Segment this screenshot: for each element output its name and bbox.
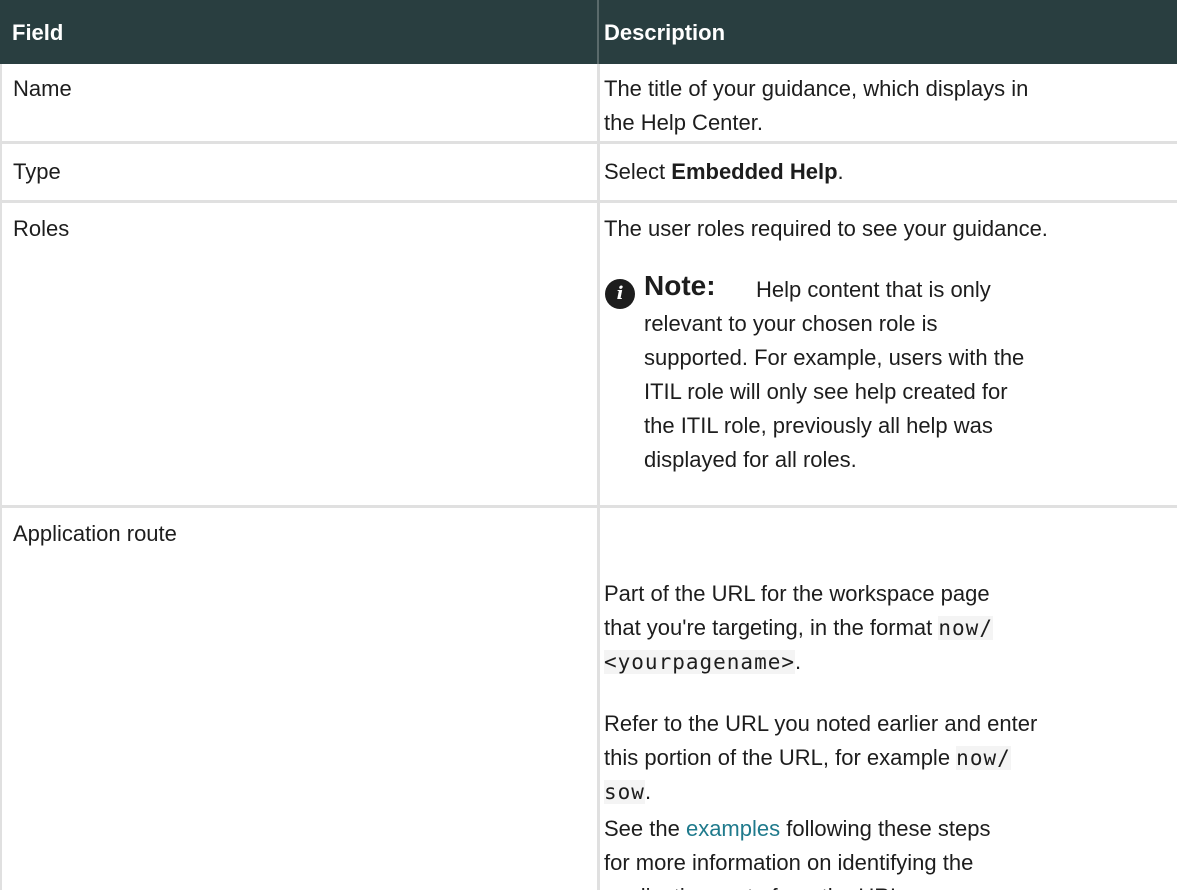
row-type-field: Type (13, 159, 61, 184)
note-body: relevant to your chosen role is supporte… (644, 307, 1164, 477)
field-description-table: Field Description Name The title of your… (0, 0, 1177, 890)
row-application-route-description-2: Refer to the URL you noted earlier and e… (604, 707, 1164, 809)
header-divider (597, 0, 599, 64)
row-application-route-description: Part of the URL for the workspace page t… (604, 577, 1164, 679)
code-snippet: <yourpagename> (604, 650, 796, 674)
note-line: displayed for all roles. (644, 447, 857, 472)
note-title: Note: (644, 270, 716, 301)
desc-line: Refer to the URL you noted earlier and e… (604, 711, 1038, 736)
desc-text: Select (604, 159, 672, 184)
desc-line: Part of the URL for the workspace page (604, 581, 990, 606)
desc-line: the Help Center. (604, 110, 763, 135)
examples-link[interactable]: examples (686, 816, 780, 841)
row-separator (0, 141, 1177, 144)
code-snippet: sow (604, 780, 645, 804)
desc-line: application route from the URL. (604, 880, 1164, 890)
code-snippet: now/ (956, 746, 1011, 770)
desc-line: <yourpagename>. (604, 649, 802, 674)
row-separator (0, 200, 1177, 203)
note-line: Help content that is only (756, 277, 991, 302)
desc-line: that you're targeting, in the format now… (604, 615, 993, 640)
info-icon: i (605, 279, 635, 309)
desc-line: The title of your guidance, which displa… (604, 76, 1029, 101)
header-description: Description (604, 20, 726, 45)
row-name-field: Name (13, 76, 72, 101)
desc-line: this portion of the URL, for example now… (604, 745, 1011, 770)
note-line: the ITIL role, previously all help was (644, 413, 993, 438)
table-left-border (0, 64, 2, 890)
desc-line: sow. (604, 779, 652, 804)
row-type-description: Select Embedded Help. (604, 155, 1164, 189)
code-snippet: now/ (938, 616, 993, 640)
header-field: Field (12, 20, 64, 45)
desc-text: . (837, 159, 844, 184)
ui-term-embedded-help: Embedded Help (671, 159, 838, 184)
row-separator (0, 505, 1177, 508)
row-roles-description: The user roles required to see your guid… (604, 216, 1048, 241)
table-header: Field Description (0, 0, 1177, 64)
desc-line: for more information on identifying the (604, 850, 974, 875)
row-name-description: The title of your guidance, which displa… (604, 72, 1164, 140)
note-line: relevant to your chosen role is (644, 311, 938, 336)
desc-line: See the examples following these steps (604, 816, 991, 841)
row-application-route-field: Application route (13, 521, 177, 546)
row-application-route-description-3: See the examples following these steps f… (604, 812, 1164, 890)
note-line: ITIL role will only see help created for (644, 379, 1008, 404)
column-divider (597, 64, 600, 890)
row-roles-field: Roles (13, 216, 70, 241)
note-line: supported. For example, users with the (644, 345, 1025, 370)
